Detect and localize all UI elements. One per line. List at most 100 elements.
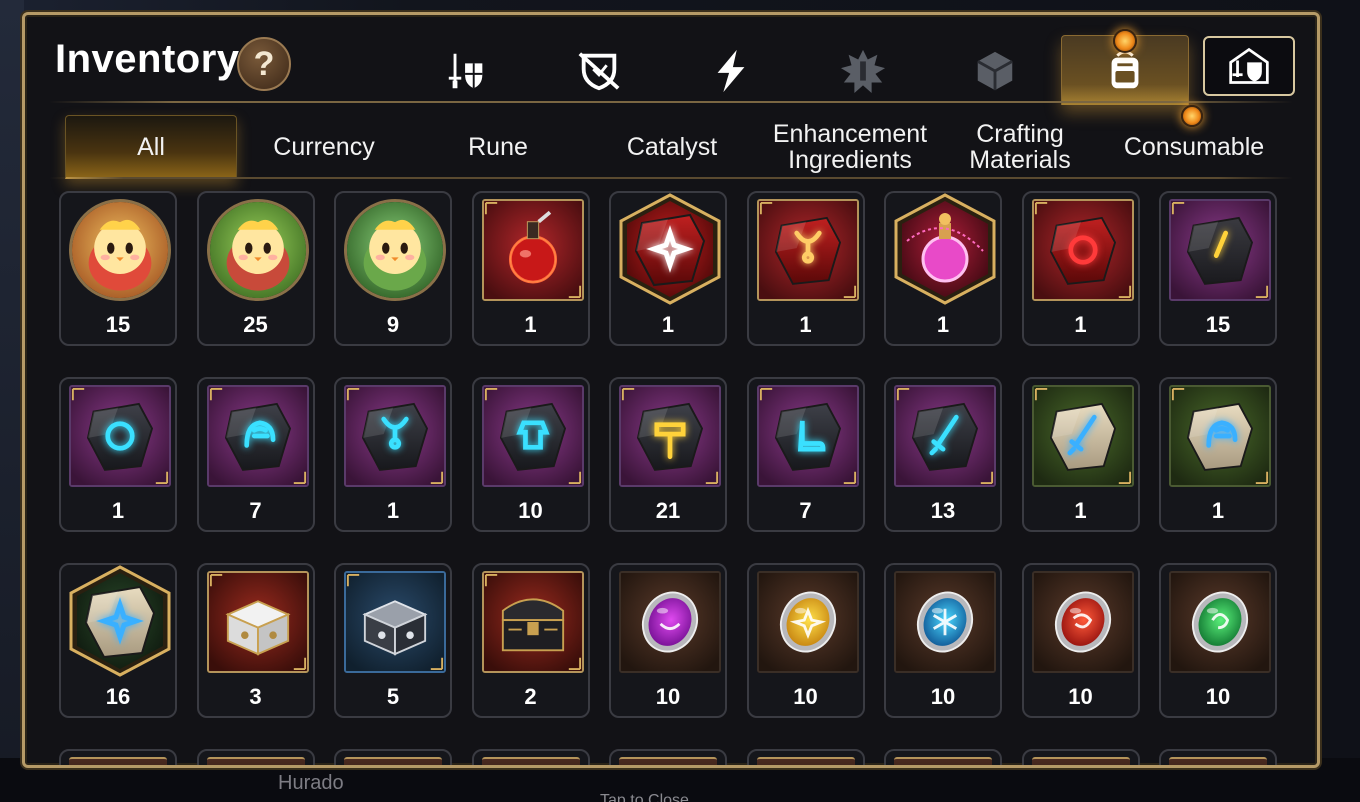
- inventory-item-slot[interactable]: 15: [1159, 191, 1277, 346]
- inventory-item-slot[interactable]: [471, 749, 590, 765]
- inventory-item-slot[interactable]: 1: [1021, 377, 1140, 532]
- inventory-item-slot[interactable]: 10: [1159, 563, 1277, 718]
- item-count: 3: [249, 684, 262, 709]
- subtab-crafting-materials[interactable]: Crafting Materials: [945, 115, 1095, 179]
- frame-corner: [1306, 754, 1317, 765]
- frame-corner: [25, 754, 36, 765]
- subtab-label: Consumable: [1123, 133, 1265, 161]
- tab-unequipped[interactable]: [569, 43, 629, 99]
- inventory-item-slot[interactable]: 1: [609, 191, 727, 346]
- inventory-item-slot[interactable]: [609, 749, 727, 765]
- rune-sword-icon: [894, 385, 996, 487]
- inventory-item-slot[interactable]: 15: [59, 191, 177, 346]
- item-icon-partial: [894, 757, 992, 765]
- item-icon-partial: [344, 757, 442, 765]
- item-count: 1: [111, 498, 125, 523]
- sword-shield-icon: [448, 53, 483, 89]
- inventory-item-slot[interactable]: 1: [746, 191, 865, 346]
- item-icon-partial: [756, 757, 855, 765]
- subtab-label: Currency: [273, 133, 375, 161]
- item-count: 1: [524, 312, 537, 337]
- tab-artifacts[interactable]: [833, 43, 893, 99]
- inventory-item-slot[interactable]: 10: [884, 563, 1002, 718]
- help-button[interactable]: ?: [237, 37, 291, 91]
- inventory-item-slot[interactable]: [1159, 749, 1277, 765]
- inventory-item-slot[interactable]: 9: [334, 191, 452, 346]
- subtab-bar: All Currency Rune Catalyst Enhancement I…: [49, 105, 1293, 181]
- inventory-item-slot[interactable]: 1: [59, 377, 177, 532]
- inventory-item-slot[interactable]: 10: [746, 563, 865, 718]
- inventory-item-slot[interactable]: 10: [471, 377, 590, 532]
- inventory-item-slot[interactable]: 1: [1021, 191, 1140, 346]
- page-title: Inventory: [55, 37, 240, 81]
- inventory-item-slot[interactable]: 25: [196, 191, 315, 346]
- inventory-item-slot[interactable]: [334, 749, 452, 765]
- item-count: 15: [105, 312, 131, 337]
- subtab-label: Catalyst: [626, 133, 718, 161]
- inventory-item-slot[interactable]: 7: [196, 377, 315, 532]
- red-potion-icon: [481, 199, 584, 301]
- backpack-icon: [1111, 49, 1139, 88]
- broken-shield-icon: [578, 52, 620, 91]
- inventory-item-slot[interactable]: 1: [1159, 377, 1277, 532]
- item-count: 7: [249, 498, 262, 523]
- inventory-item-slot[interactable]: [59, 749, 177, 765]
- backdrop-left-strip: [0, 0, 24, 802]
- subtab-rune[interactable]: Rune: [423, 115, 573, 179]
- inventory-item-slot[interactable]: 1: [334, 377, 452, 532]
- subtab-currency[interactable]: Currency: [249, 115, 399, 179]
- inventory-item-slot[interactable]: [884, 749, 1002, 765]
- rune-necklace-icon: [344, 385, 446, 487]
- inventory-modal: Inventory ? All Currency Rune Catalyst E…: [22, 12, 1320, 768]
- inventory-item-slot[interactable]: 13: [884, 377, 1002, 532]
- inventory-item-slot[interactable]: 7: [746, 377, 865, 532]
- inventory-item-slot[interactable]: 16: [59, 563, 177, 718]
- subtab-catalyst[interactable]: Catalyst: [597, 115, 747, 179]
- castle-shield-icon: [1229, 47, 1269, 84]
- item-count: 1: [386, 498, 400, 523]
- orb-green-icon: [1169, 571, 1271, 673]
- rune-helm-icon: [206, 385, 309, 487]
- subtab-enhancement-ingredients[interactable]: Enhancement Ingredients: [765, 115, 935, 179]
- item-icon-partial: [1031, 757, 1130, 765]
- item-count: 9: [386, 312, 400, 337]
- item-count: 10: [930, 684, 956, 709]
- item-icon-partial: [206, 757, 305, 765]
- orb-gold-icon: [756, 571, 859, 673]
- orb-red-icon: [1031, 571, 1134, 673]
- tab-equipment[interactable]: [437, 43, 497, 99]
- subtab-label: Crafting Materials: [969, 120, 1071, 174]
- pale-star-icon: [65, 565, 175, 677]
- inventory-item-slot[interactable]: 5: [334, 563, 452, 718]
- pale-helm-icon: [1169, 385, 1271, 487]
- dark-chest-icon: [481, 571, 584, 673]
- item-count: 25: [243, 312, 268, 337]
- notification-dot: [1181, 105, 1203, 127]
- tab-boosts[interactable]: [701, 43, 761, 99]
- item-count: 16: [105, 684, 131, 709]
- backdrop-footer-name: Hurado: [278, 772, 344, 794]
- white-chest-icon: [206, 571, 309, 673]
- item-count: 2: [524, 684, 537, 709]
- inventory-item-slot[interactable]: [746, 749, 865, 765]
- tab-materials[interactable]: [965, 43, 1025, 99]
- item-count: 13: [930, 498, 956, 523]
- item-count: 1: [799, 312, 812, 337]
- item-icon-partial: [1169, 757, 1267, 765]
- inventory-item-slot[interactable]: 2: [471, 563, 590, 718]
- inventory-item-slot[interactable]: [196, 749, 315, 765]
- inventory-item-slot[interactable]: 3: [196, 563, 315, 718]
- tap-to-close-hint[interactable]: Tap to Close: [600, 792, 689, 802]
- inventory-item-slot[interactable]: 1: [471, 191, 590, 346]
- inventory-item-slot[interactable]: 1: [884, 191, 1002, 346]
- chick-portrait-leaf-icon: [344, 199, 446, 301]
- subtab-label: Enhancement Ingredients: [772, 120, 928, 174]
- inventory-item-slot[interactable]: 10: [1021, 563, 1140, 718]
- inventory-item-slot[interactable]: [1021, 749, 1140, 765]
- storage-button[interactable]: [1203, 36, 1295, 96]
- inventory-item-slot[interactable]: 21: [609, 377, 727, 532]
- subtab-all[interactable]: All: [65, 115, 237, 179]
- item-count: 15: [1205, 312, 1231, 337]
- inventory-item-slot[interactable]: 10: [609, 563, 727, 718]
- item-count: 10: [793, 684, 818, 709]
